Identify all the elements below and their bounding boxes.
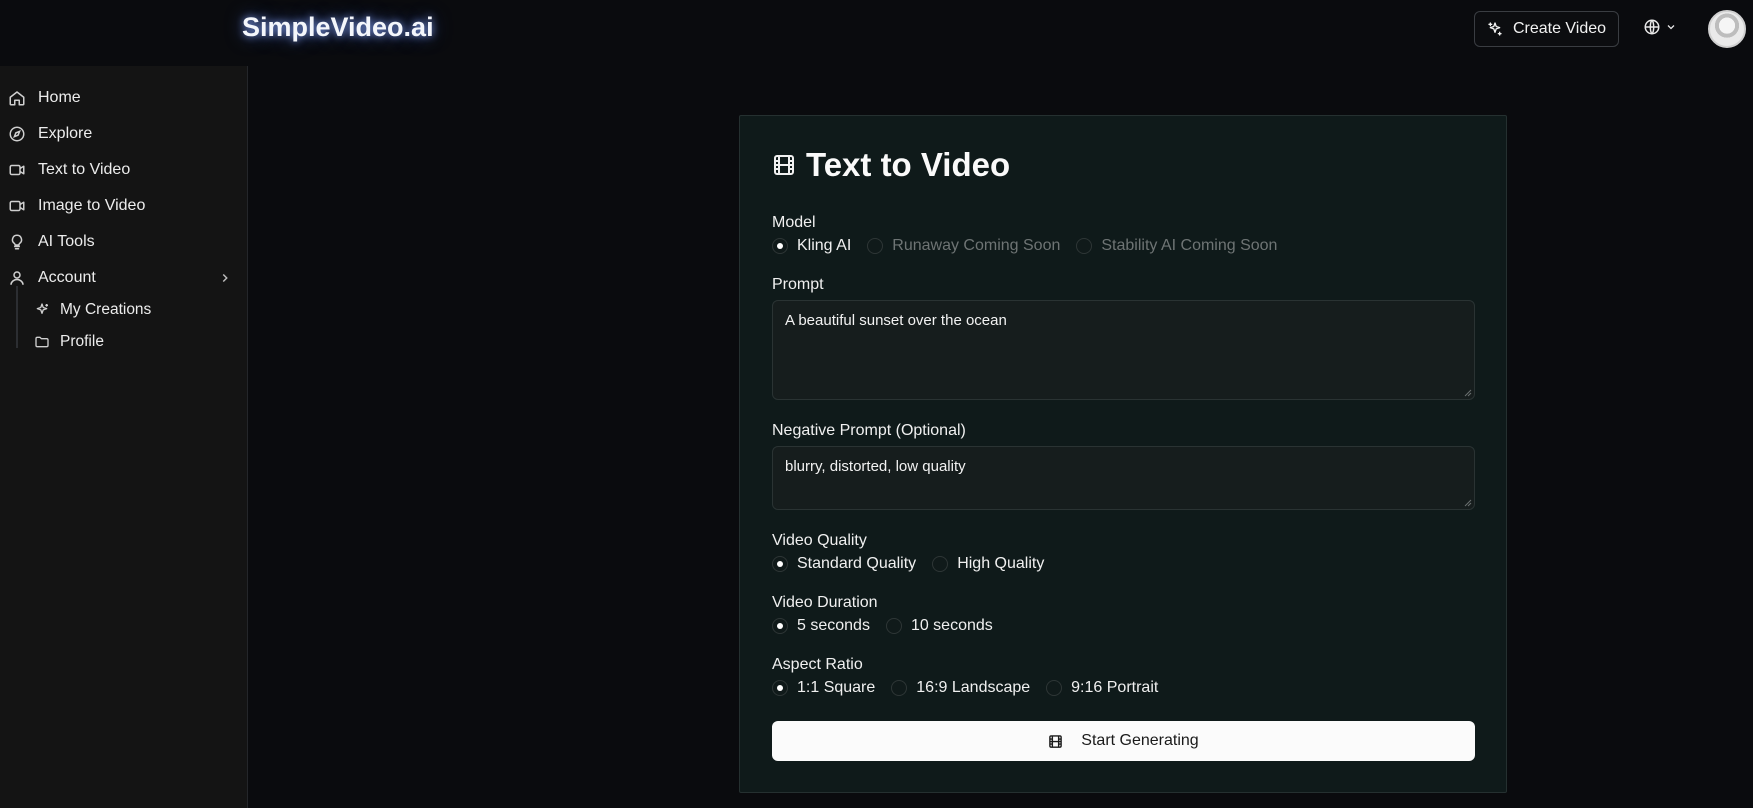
- radio-button[interactable]: [885, 618, 902, 634]
- resize-handle-icon[interactable]: [1464, 389, 1472, 397]
- sidebar-item-label: Home: [38, 89, 81, 106]
- radio-label: 5 seconds: [797, 617, 870, 634]
- quality-option-standard[interactable]: Standard Quality: [772, 555, 916, 573]
- aspect-option-square[interactable]: 1:1 Square: [772, 679, 875, 697]
- radio-button[interactable]: [772, 238, 788, 254]
- resize-handle-icon[interactable]: [1464, 499, 1472, 507]
- radio-button[interactable]: [932, 556, 949, 572]
- sidebar-item-label: Account: [38, 269, 96, 286]
- film-icon: [1049, 734, 1063, 748]
- radio-label: Runaway Coming Soon: [892, 237, 1061, 254]
- prompt-label: Prompt: [772, 276, 824, 293]
- start-generating-button[interactable]: Start Generating: [772, 721, 1475, 761]
- lightbulb-icon: [11, 234, 23, 250]
- sidebar-item-label: Text to Video: [38, 161, 131, 178]
- sidebar: Home Explore Text to Video Image to Vide…: [0, 66, 248, 808]
- quality-label: Video Quality: [772, 532, 867, 549]
- radio-label: 1:1 Square: [797, 679, 876, 696]
- text-to-video-card: Text to Video Model Kling AI Runaway Com…: [739, 115, 1507, 793]
- video-camera-icon: [9, 200, 25, 212]
- radio-button[interactable]: [772, 618, 788, 634]
- prompt-value: A beautiful sunset over the ocean: [785, 312, 1007, 329]
- negative-prompt-label: Negative Prompt (Optional): [772, 422, 966, 439]
- duration-option-10s[interactable]: 10 seconds: [885, 617, 993, 635]
- video-camera-icon: [9, 164, 25, 176]
- quality-option-high[interactable]: High Quality: [932, 555, 1044, 573]
- aspect-option-landscape[interactable]: 16:9 Landscape: [891, 679, 1030, 697]
- sidebar-item-label: Image to Video: [38, 197, 146, 214]
- folder-icon: [35, 336, 49, 348]
- negative-prompt-input[interactable]: blurry, distorted, low quality: [772, 446, 1475, 510]
- negative-prompt-value: blurry, distorted, low quality: [785, 458, 966, 475]
- aspect-radio-group: 1:1 Square 16:9 Landscape 9:16 Portrait: [772, 679, 1174, 697]
- duration-option-5s[interactable]: 5 seconds: [772, 617, 870, 635]
- sidebar-subitem-profile[interactable]: Profile: [34, 328, 104, 356]
- sidebar-item-home[interactable]: Home: [8, 83, 240, 113]
- language-selector[interactable]: [1643, 18, 1677, 36]
- radio-label: Kling AI: [797, 237, 852, 254]
- start-generating-label: Start Generating: [1081, 732, 1199, 749]
- brand-logo[interactable]: SimpleVideo.ai: [242, 12, 434, 43]
- sparkles-icon: [1488, 22, 1502, 36]
- home-icon: [9, 91, 25, 106]
- sidebar-item-explore[interactable]: Explore: [8, 119, 240, 149]
- create-video-button[interactable]: Create Video: [1474, 11, 1619, 47]
- radio-button[interactable]: [1046, 680, 1063, 696]
- quality-radio-group: Standard Quality High Quality: [772, 555, 1060, 573]
- sidebar-subitem-label: My Creations: [60, 301, 152, 318]
- top-bar: SimpleVideo.ai Create Video: [0, 0, 1753, 66]
- sparkles-icon: [36, 303, 48, 314]
- page-title: Text to Video: [772, 146, 1010, 184]
- radio-label: Stability AI Coming Soon: [1101, 237, 1278, 254]
- film-icon: [774, 155, 794, 175]
- user-icon: [10, 271, 24, 285]
- sidebar-subitem-my-creations[interactable]: My Creations: [34, 296, 151, 324]
- sidebar-item-text-to-video[interactable]: Text to Video: [8, 155, 240, 185]
- prompt-input[interactable]: A beautiful sunset over the ocean: [772, 300, 1475, 400]
- sidebar-item-label: AI Tools: [38, 233, 95, 250]
- sidebar-item-label: Explore: [38, 125, 93, 142]
- radio-button: [1076, 238, 1093, 254]
- model-radio-group: Kling AI Runaway Coming Soon Stability A…: [772, 237, 1293, 255]
- sidebar-item-image-to-video[interactable]: Image to Video: [8, 191, 240, 221]
- model-option-kling[interactable]: Kling AI: [772, 237, 851, 255]
- duration-label: Video Duration: [772, 594, 878, 611]
- create-video-label: Create Video: [1512, 20, 1607, 37]
- radio-button[interactable]: [772, 556, 788, 572]
- duration-radio-group: 5 seconds 10 seconds: [772, 617, 1009, 635]
- aspect-label: Aspect Ratio: [772, 656, 863, 673]
- sidebar-item-ai-tools[interactable]: AI Tools: [8, 227, 240, 257]
- user-avatar[interactable]: [1708, 10, 1746, 48]
- page-title-text: Text to Video: [806, 146, 1011, 183]
- radio-button[interactable]: [772, 680, 788, 696]
- compass-icon: [9, 126, 25, 142]
- globe-icon: [1644, 19, 1660, 35]
- radio-label: High Quality: [957, 555, 1045, 572]
- radio-button: [867, 238, 884, 254]
- sidebar-item-account[interactable]: Account: [8, 263, 240, 293]
- model-option-stability: Stability AI Coming Soon: [1076, 237, 1277, 255]
- sidebar-subitem-label: Profile: [60, 333, 104, 350]
- chevron-right-icon: [222, 273, 228, 283]
- aspect-option-portrait[interactable]: 9:16 Portrait: [1046, 679, 1158, 697]
- radio-label: 9:16 Portrait: [1071, 679, 1159, 696]
- radio-label: 16:9 Landscape: [916, 679, 1031, 696]
- submenu-guide-line: [16, 286, 18, 348]
- radio-button[interactable]: [891, 680, 908, 696]
- model-option-runaway: Runaway Coming Soon: [867, 237, 1060, 255]
- radio-label: Standard Quality: [797, 555, 917, 572]
- chevron-down-icon: [1667, 25, 1675, 30]
- radio-label: 10 seconds: [910, 617, 993, 634]
- model-label: Model: [772, 214, 816, 231]
